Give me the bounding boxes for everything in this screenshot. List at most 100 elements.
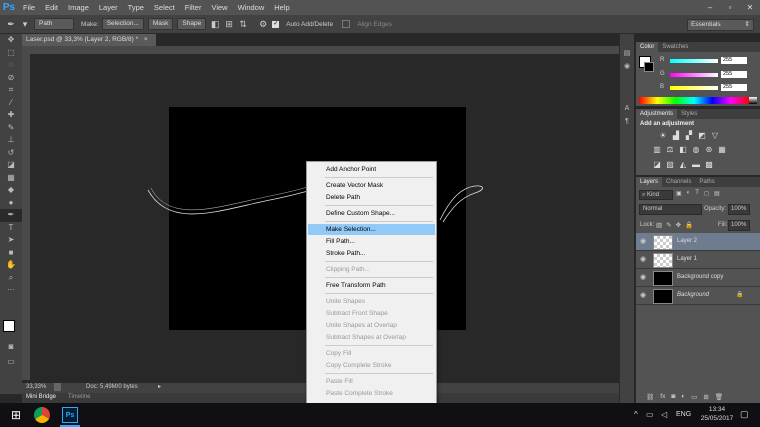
eyedropper-tool-icon[interactable]: ⁄	[0, 97, 22, 110]
language-indicator[interactable]: ENG	[676, 411, 691, 418]
quick-selection-tool-icon[interactable]: ⊘	[0, 72, 22, 85]
tab-layers[interactable]: Layers	[636, 177, 663, 187]
tab-color[interactable]: Color	[636, 42, 659, 52]
tool-preset-arrow-icon[interactable]: ▾	[20, 19, 30, 29]
lock-position-icon[interactable]: ✥	[676, 221, 681, 229]
clock-time[interactable]: 13:34	[703, 406, 731, 413]
menu-item-delete-path[interactable]: Delete Path	[308, 192, 435, 203]
layer-filter-select[interactable]: ⌕ Kind	[639, 190, 673, 200]
gear-icon[interactable]: ⚙	[258, 19, 268, 29]
status-export-icon[interactable]	[54, 383, 61, 391]
menu-edit[interactable]: Edit	[40, 3, 63, 12]
menu-item-define-custom-shape[interactable]: Define Custom Shape...	[308, 208, 435, 219]
fill-input[interactable]: 100%	[728, 220, 750, 231]
curves-icon[interactable]: ▞	[684, 131, 694, 140]
lock-image-icon[interactable]: ✎	[666, 221, 671, 229]
workspace-select[interactable]: Essentials ⇕	[687, 19, 754, 31]
lasso-tool-icon[interactable]: ◌	[0, 59, 22, 72]
invert-icon[interactable]: ◪	[652, 160, 662, 169]
history-brush-tool-icon[interactable]: ↺	[0, 147, 22, 160]
opacity-input[interactable]: 100%	[728, 204, 750, 215]
blur-tool-icon[interactable]: ◆	[0, 184, 22, 197]
path-alignment-icon[interactable]: ⊞	[224, 19, 234, 29]
notification-icon[interactable]: ▢	[740, 409, 749, 420]
layer-row[interactable]: ◉ Background 🔒	[636, 287, 760, 305]
crop-tool-icon[interactable]: ⌗	[0, 84, 22, 97]
color-lookup-icon[interactable]: ▦	[717, 145, 727, 154]
zoom-tool-icon[interactable]: ⌕	[0, 272, 22, 285]
paragraph-panel-icon[interactable]: ¶	[620, 116, 634, 129]
tab-channels[interactable]: Channels	[662, 177, 695, 187]
windows-start-icon[interactable]: ⊞	[8, 407, 24, 423]
path-operations-icon[interactable]: ◧	[210, 19, 220, 29]
menu-item-make-selection[interactable]: Make Selection...	[308, 224, 435, 235]
mode-select[interactable]: Path	[34, 18, 74, 30]
filter-type-icon[interactable]: T	[695, 190, 699, 197]
menu-file[interactable]: File	[18, 3, 40, 12]
channel-mixer-icon[interactable]: ⊛	[704, 145, 714, 154]
blue-value[interactable]: 255	[721, 84, 747, 91]
menu-help[interactable]: Help	[269, 3, 294, 12]
properties-panel-icon[interactable]: ◉	[620, 61, 634, 74]
foreground-color-swatch[interactable]	[3, 320, 15, 332]
filter-shape-icon[interactable]: ◻	[704, 190, 709, 197]
selective-color-icon[interactable]: ▩	[704, 160, 714, 169]
layer-row[interactable]: ◉ Layer 1	[636, 251, 760, 269]
eye-icon[interactable]: ◉	[640, 251, 648, 268]
more-tools-icon[interactable]: ···	[0, 284, 22, 297]
red-value[interactable]: 255	[721, 57, 747, 64]
path-selection-tool-icon[interactable]: ➤	[0, 234, 22, 247]
brightness-icon[interactable]: ☀	[658, 131, 668, 140]
red-slider[interactable]: R 255	[660, 57, 756, 65]
chevron-up-icon[interactable]: ^	[634, 410, 638, 419]
menu-item-create-vector-mask[interactable]: Create Vector Mask	[308, 180, 435, 191]
make-mask-button[interactable]: Mask	[147, 18, 174, 30]
add-mask-icon[interactable]: ◙	[671, 393, 675, 401]
levels-icon[interactable]: ▟	[671, 131, 681, 140]
new-adjustment-layer-icon[interactable]: ◐	[681, 393, 685, 401]
menu-item-add-anchor-point[interactable]: Add Anchor Point	[308, 164, 435, 175]
type-tool-icon[interactable]: T	[0, 222, 22, 235]
menu-item-free-transform-path[interactable]: Free Transform Path	[308, 280, 435, 291]
menu-select[interactable]: Select	[149, 3, 180, 12]
tab-paths[interactable]: Paths	[695, 177, 718, 187]
delete-layer-icon[interactable]: 🗑	[715, 393, 723, 401]
green-value[interactable]: 255	[721, 71, 747, 78]
tab-adjustments[interactable]: Adjustments	[636, 109, 678, 119]
exposure-icon[interactable]: ◩	[697, 131, 707, 140]
new-layer-icon[interactable]: ⊞	[703, 393, 708, 401]
green-slider[interactable]: G 255	[660, 71, 756, 79]
brush-tool-icon[interactable]: ✎	[0, 122, 22, 135]
marquee-tool-icon[interactable]: ⬚	[0, 47, 22, 60]
history-panel-icon[interactable]: ▤	[620, 48, 634, 61]
grayscale-ramp[interactable]	[749, 97, 757, 104]
background-color-swatch[interactable]	[644, 62, 654, 72]
filter-pixel-icon[interactable]: ▣	[676, 190, 682, 197]
tab-mini-bridge[interactable]: Mini Bridge	[26, 394, 56, 400]
make-selection-button[interactable]: Selection...	[101, 18, 144, 30]
lock-transparent-icon[interactable]: ▧	[656, 221, 662, 229]
layer-style-icon[interactable]: fx	[660, 393, 665, 401]
eye-icon[interactable]: ◉	[640, 287, 648, 304]
close-icon[interactable]: ✕	[740, 0, 760, 15]
layer-row[interactable]: ◉ Layer 2	[636, 233, 760, 251]
document-tab[interactable]: Laser.psd @ 33,3% (Layer 2, RGB/8) * ×	[22, 34, 156, 46]
document-info[interactable]: Doc: 5,49M/0 bytes	[86, 384, 138, 390]
menu-image[interactable]: Image	[63, 3, 94, 12]
eraser-tool-icon[interactable]: ◪	[0, 159, 22, 172]
menu-filter[interactable]: Filter	[180, 3, 207, 12]
hue-saturation-icon[interactable]: ▥	[652, 145, 662, 154]
lock-all-icon[interactable]: 🔒	[685, 221, 693, 229]
maximize-icon[interactable]: ▫	[720, 0, 740, 15]
filter-smart-object-icon[interactable]: ▤	[714, 190, 720, 197]
pen-tool-icon[interactable]: ✒	[0, 209, 22, 222]
eye-icon[interactable]: ◉	[640, 233, 648, 250]
blend-mode-select[interactable]: Normal	[639, 204, 702, 215]
gradient-tool-icon[interactable]: ▦	[0, 172, 22, 185]
screen-mode-icon[interactable]: ▭	[0, 356, 22, 369]
tab-timeline[interactable]: Timeline	[68, 394, 90, 400]
character-panel-icon[interactable]: A	[620, 103, 634, 116]
move-tool-icon[interactable]: ✥	[0, 34, 22, 47]
layer-row[interactable]: ◉ Background copy	[636, 269, 760, 287]
volume-icon[interactable]: ◁	[661, 410, 667, 419]
